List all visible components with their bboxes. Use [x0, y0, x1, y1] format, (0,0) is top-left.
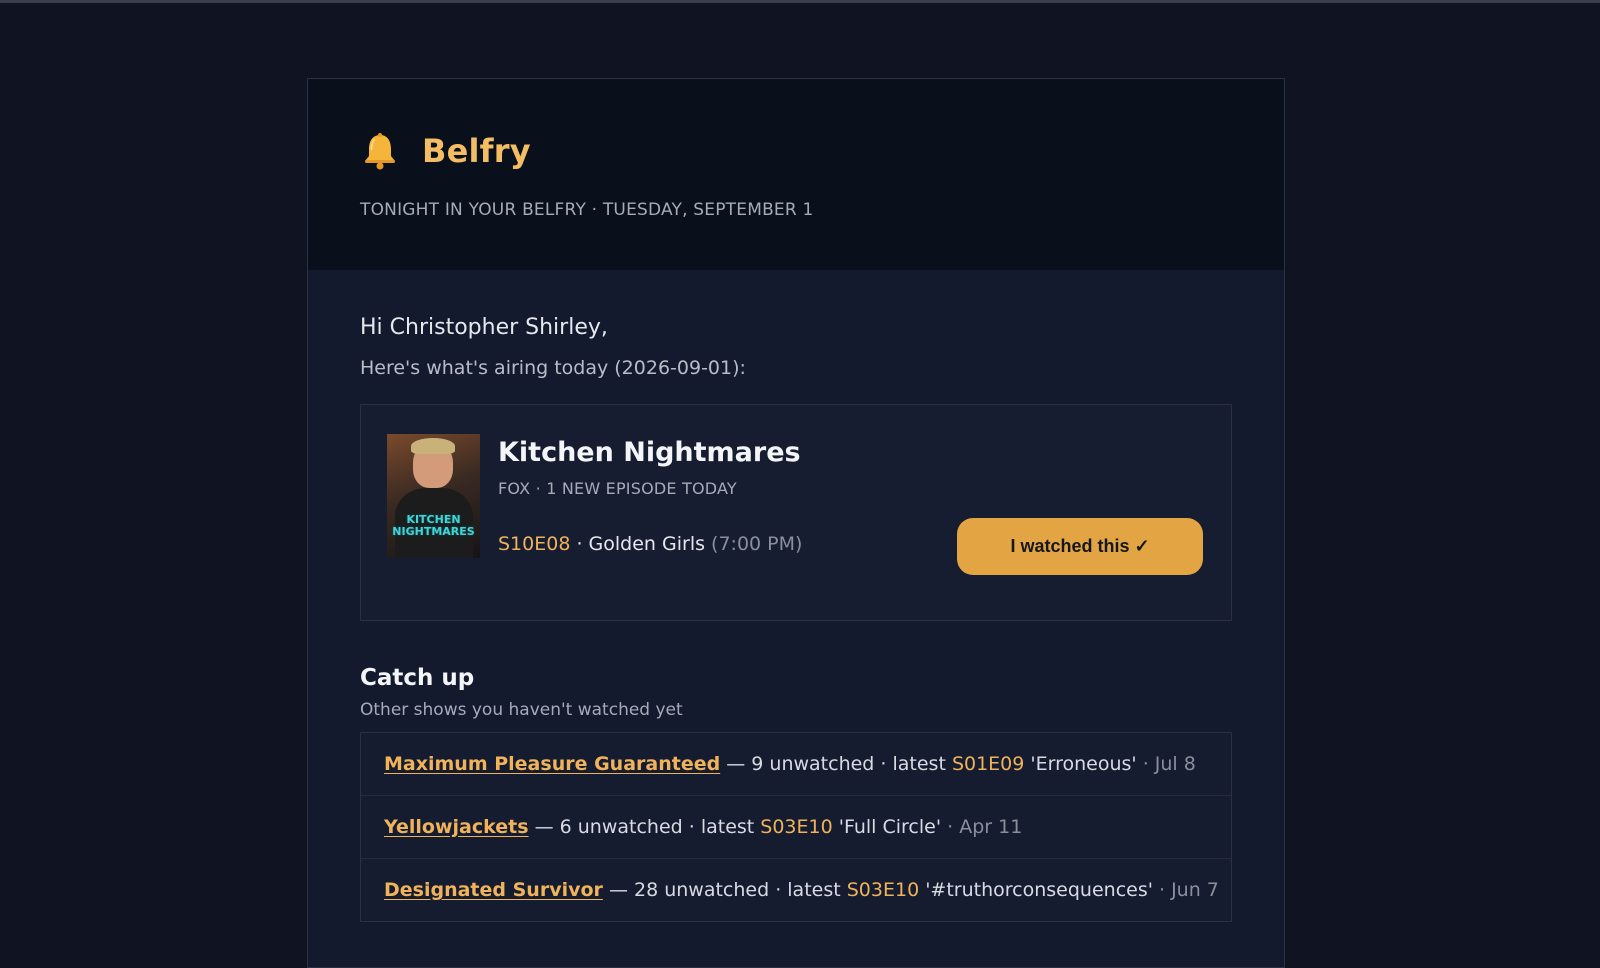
episode-line: S10E08 · Golden Girls (7:00 PM): [498, 533, 802, 555]
latest-episode-title: 'Erroneous': [1024, 753, 1137, 775]
latest-episode-title: '#truthorconsequences': [919, 879, 1153, 901]
tagline: TONIGHT IN YOUR BELFRY · TUESDAY, SEPTEM…: [360, 200, 814, 220]
list-item: Designated Survivor — 28 unwatched · lat…: [361, 859, 1231, 921]
catch-up-title: Catch up: [360, 665, 475, 691]
latest-episode-code: S03E10: [760, 816, 833, 838]
airing-text: Here's what's airing today (2026-09-01):: [360, 357, 746, 379]
brand: Belfry: [360, 131, 531, 171]
episode-code: S10E08: [498, 533, 571, 555]
episode-time: (7:00 PM): [711, 533, 803, 555]
date-separator: ·: [941, 816, 960, 838]
date-separator: ·: [1152, 879, 1172, 901]
show-link-yellowjackets[interactable]: Yellowjackets: [384, 816, 529, 838]
watched-button[interactable]: I watched this ✓: [957, 518, 1203, 575]
latest-episode-title: 'Full Circle': [832, 816, 942, 838]
show-card: KITCHEN NIGHTMARES Kitchen Nightmares FO…: [360, 404, 1232, 621]
latest-episode-code: S03E10: [846, 879, 920, 901]
show-title: Kitchen Nightmares: [498, 437, 801, 468]
show-poster: KITCHEN NIGHTMARES: [387, 434, 480, 558]
poster-title: KITCHEN NIGHTMARES: [392, 513, 475, 538]
bell-icon: [365, 133, 395, 170]
latest-episode-code: S01E09: [951, 753, 1025, 775]
brand-name: Belfry: [422, 132, 531, 170]
catch-up-subtitle: Other shows you haven't watched yet: [360, 700, 683, 720]
top-border: [0, 0, 1600, 3]
latest-episode-date: Jul 8: [1154, 753, 1196, 775]
list-item: Maximum Pleasure Guaranteed — 9 unwatche…: [361, 733, 1231, 796]
greeting: Hi Christopher Shirley,: [360, 315, 608, 340]
email-header: Belfry TONIGHT IN YOUR BELFRY · TUESDAY,…: [308, 79, 1284, 270]
poster-hair: [411, 438, 455, 454]
show-meta: FOX · 1 NEW EPISODE TODAY: [498, 479, 737, 498]
list-item: Yellowjackets — 6 unwatched · latest S03…: [361, 796, 1231, 859]
episode-title: Golden Girls: [588, 533, 705, 555]
episode-separator: ·: [570, 533, 589, 555]
unwatched-count: — 6 unwatched · latest: [528, 816, 761, 838]
unwatched-count: — 28 unwatched · latest: [602, 879, 847, 901]
catch-up-list: Maximum Pleasure Guaranteed — 9 unwatche…: [360, 732, 1232, 922]
show-link-maximum-pleasure-guaranteed[interactable]: Maximum Pleasure Guaranteed: [384, 753, 720, 775]
email-card: Belfry TONIGHT IN YOUR BELFRY · TUESDAY,…: [307, 78, 1285, 968]
latest-episode-date: Jun 7: [1171, 879, 1219, 901]
show-link-designated-survivor[interactable]: Designated Survivor: [384, 879, 603, 901]
unwatched-count: — 9 unwatched · latest: [720, 753, 952, 775]
date-separator: ·: [1136, 753, 1155, 775]
latest-episode-date: Apr 11: [959, 816, 1023, 838]
